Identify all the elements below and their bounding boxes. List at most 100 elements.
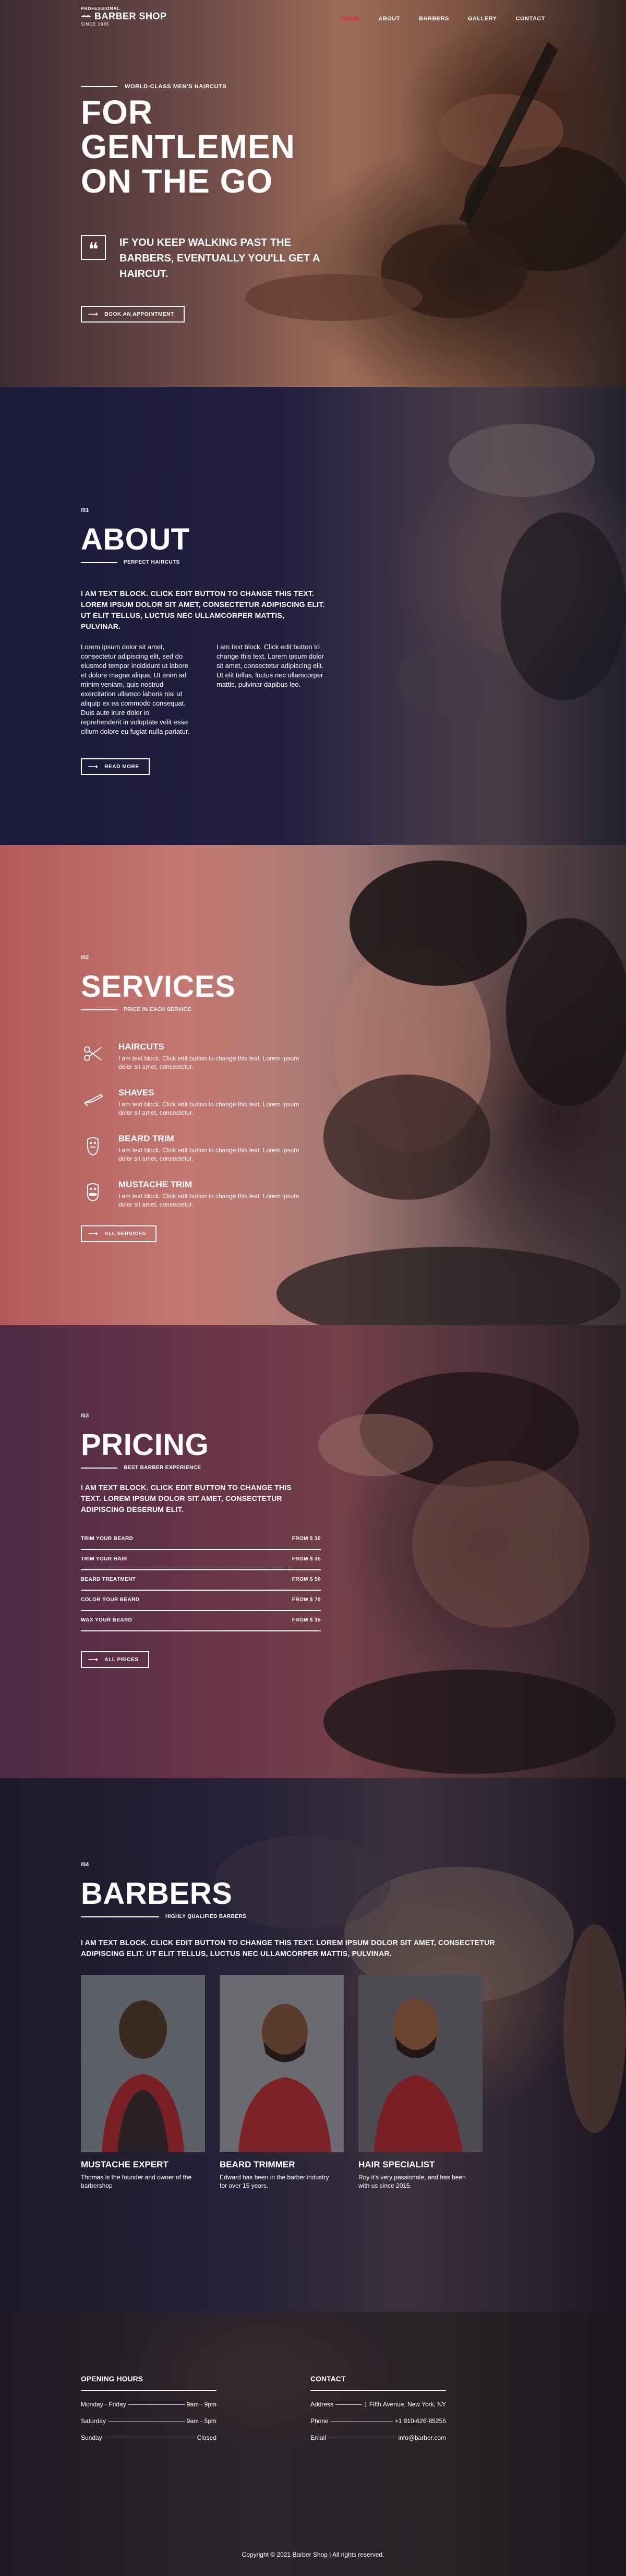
service-item: BEARD TRIM I am text block. Click edit b…: [81, 1134, 550, 1163]
quote-icon: ❝: [81, 235, 106, 260]
barber-name: MUSTACHE EXPERT: [81, 2160, 168, 2169]
services-content: /02 SERVICES PRICE IN EACH SERVICE HAIRC…: [81, 955, 550, 1242]
price-list: TRIM YOUR BEARD FROM $ 30 TRIM YOUR HAIR…: [81, 1530, 321, 1631]
contact-row: Email info@barber.com: [310, 2434, 446, 2441]
service-item: HAIRCUTS I am text block. Click edit but…: [81, 1042, 550, 1071]
nav-item-barbers[interactable]: BARBERS: [419, 16, 449, 22]
contact-key: Email: [310, 2434, 327, 2441]
pricing-title: PRICING: [81, 1428, 209, 1462]
contact-key: Phone: [310, 2417, 329, 2425]
price-value: FROM $ 35: [292, 1556, 321, 1562]
pricing-section: /03 PRICING BEST BARBER EXPERIENCE I AM …: [0, 1325, 626, 1778]
service-item: MUSTACHE TRIM I am text block. Click edi…: [81, 1179, 550, 1209]
mustache-icon: [81, 1179, 105, 1203]
barber-desc: Roy it's very passionate, and has been w…: [358, 2174, 466, 2189]
hero-title-line1: FOR: [81, 93, 153, 131]
services-section: /02 SERVICES PRICE IN EACH SERVICE HAIRC…: [0, 845, 626, 1325]
hours-row: Monday - Friday 9am - 9pm: [81, 2401, 216, 2408]
arrow-right-icon: ⟶: [88, 762, 99, 770]
about-column-2: I am text block. Click edit button to ch…: [216, 643, 324, 688]
nav-item-gallery[interactable]: GALLERY: [468, 16, 497, 22]
book-appointment-label: BOOK AN APPOINTMENT: [104, 311, 174, 317]
barbers-subtitle: HIGHLY QUALIFIED BARBERS: [81, 1914, 550, 1919]
nav-item-about[interactable]: ABOUT: [378, 16, 400, 22]
mustache-logo-icon: [81, 15, 91, 17]
price-row: BEARD TREATMENT FROM $ 50: [81, 1570, 321, 1591]
pricing-number: /03: [81, 1413, 89, 1419]
read-more-label: READ MORE: [104, 764, 139, 770]
pricing-subtitle-text: BEST BARBER EXPERIENCE: [124, 1465, 201, 1471]
site-logo[interactable]: PROFESSIONAL BARBER SHOP SINCE 1985: [81, 6, 167, 27]
opening-hours-title: OPENING HOURS: [81, 2375, 216, 2391]
price-label: WAX YOUR BEARD: [81, 1617, 133, 1623]
nav-menu: HOME ABOUT BARBERS GALLERY CONTACT: [341, 16, 545, 22]
read-more-button[interactable]: ⟶ READ MORE: [81, 758, 150, 775]
services-subtitle-text: PRICE IN EACH SERVICE: [124, 1007, 191, 1012]
hero-title-line2: GENTLEMEN: [81, 128, 295, 165]
about-subtitle-text: PERFECT HAIRCUTS: [124, 559, 180, 565]
barber-card[interactable]: HAIR SPECIALIST Roy it's very passionate…: [358, 1975, 483, 2190]
about-content: /01 ABOUT PERFECT HAIRCUTS I AM TEXT BLO…: [81, 507, 550, 775]
all-prices-button[interactable]: ⟶ ALL PRICES: [81, 1651, 149, 1668]
about-number: /01: [81, 507, 89, 514]
price-label: BEARD TREATMENT: [81, 1577, 136, 1582]
barber-card[interactable]: BEARD TRIMMER Edward has been in the bar…: [220, 1975, 344, 2190]
price-row: TRIM YOUR HAIR FROM $ 35: [81, 1550, 321, 1570]
hero-content: WORLD-CLASS MEN'S HAIRCUTS FOR GENTLEMEN…: [81, 84, 550, 323]
hours-row: Saturday 9am - 5pm: [81, 2417, 216, 2425]
price-row: COLOR YOUR BEARD FROM $ 70: [81, 1591, 321, 1611]
arrow-right-icon: ⟶: [88, 310, 99, 318]
hero-kicker: WORLD-CLASS MEN'S HAIRCUTS: [81, 84, 550, 90]
hero-quote-text: IF YOU KEEP WALKING PAST THE BARBERS, EV…: [119, 237, 320, 280]
contact-key: Address: [310, 2401, 334, 2408]
arrow-right-icon: ⟶: [88, 1655, 99, 1663]
hours-time: Closed: [197, 2434, 216, 2441]
subtitle-line: [81, 1916, 159, 1917]
contact-info: CONTACT Address 1 Fifth Avenue, New York…: [310, 2375, 446, 2441]
price-row: WAX YOUR BEARD FROM $ 35: [81, 1611, 321, 1631]
nav-item-home[interactable]: HOME: [341, 16, 359, 22]
about-title: ABOUT: [81, 522, 190, 556]
barbers-content: /04 BARBERS HIGHLY QUALIFIED BARBERS I A…: [81, 1862, 550, 2190]
all-services-label: ALL SERVICES: [104, 1231, 146, 1237]
price-row: TRIM YOUR BEARD FROM $ 30: [81, 1530, 321, 1550]
logo-tagline: PROFESSIONAL: [81, 6, 121, 11]
contact-email[interactable]: info@barber.com: [398, 2434, 446, 2441]
book-appointment-button[interactable]: ⟶ BOOK AN APPOINTMENT: [81, 306, 185, 323]
pricing-content: /03 PRICING BEST BARBER EXPERIENCE I AM …: [81, 1413, 550, 1668]
barber-photo: [358, 1975, 483, 2152]
all-services-button[interactable]: ⟶ ALL SERVICES: [81, 1225, 156, 1242]
contact-row: Address 1 Fifth Avenue, New York, NY: [310, 2401, 446, 2408]
price-value: FROM $ 50: [292, 1577, 321, 1582]
service-title: MUSTACHE TRIM: [118, 1179, 192, 1189]
barber-desc: Edward has been in the barber industry f…: [220, 2174, 329, 2189]
logo-title: BARBER SHOP: [94, 11, 167, 21]
price-label: TRIM YOUR HAIR: [81, 1556, 127, 1562]
about-lead: I AM TEXT BLOCK. CLICK EDIT BUTTON TO CH…: [81, 589, 325, 630]
barber-card[interactable]: MUSTACHE EXPERT Thomas is the founder an…: [81, 1975, 205, 2190]
footer-section: OPENING HOURS Monday - Friday 9am - 9pm …: [0, 2312, 626, 2576]
contact-phone[interactable]: +1 910-626-85255: [395, 2417, 446, 2425]
about-columns: Lorem ipsum dolor sit amet, consectetur …: [81, 642, 550, 736]
all-prices-label: ALL PRICES: [104, 1656, 139, 1663]
nav-item-contact[interactable]: CONTACT: [516, 16, 545, 22]
contact-row: Phone +1 910-626-85255: [310, 2417, 446, 2425]
barbers-lead: I AM TEXT BLOCK. CLICK EDIT BUTTON TO CH…: [81, 1938, 495, 1958]
barber-desc: Thomas is the founder and owner of the b…: [81, 2174, 192, 2189]
price-label: TRIM YOUR BEARD: [81, 1536, 134, 1542]
barber-name: HAIR SPECIALIST: [358, 2160, 435, 2169]
beard-icon: [81, 1134, 105, 1158]
dotted-leader: [330, 2421, 393, 2422]
razor-icon: [81, 1088, 105, 1112]
service-desc: I am text block. Click edit button to ch…: [118, 1055, 299, 1070]
hours-day: Monday - Friday: [81, 2401, 126, 2408]
hours-time: 9am - 9pm: [186, 2401, 216, 2408]
services-title: SERVICES: [81, 970, 236, 1004]
price-value: FROM $ 70: [292, 1597, 321, 1603]
dotted-leader: [128, 2404, 185, 2405]
main-nav: PROFESSIONAL BARBER SHOP SINCE 1985 HOME…: [0, 0, 626, 37]
dotted-leader: [335, 2404, 362, 2405]
contact-address: 1 Fifth Avenue, New York, NY: [364, 2401, 446, 2408]
copyright: Copyright © 2021 Barber Shop | All right…: [242, 2551, 384, 2558]
hero-quote: ❝ IF YOU KEEP WALKING PAST THE BARBERS, …: [81, 235, 550, 282]
